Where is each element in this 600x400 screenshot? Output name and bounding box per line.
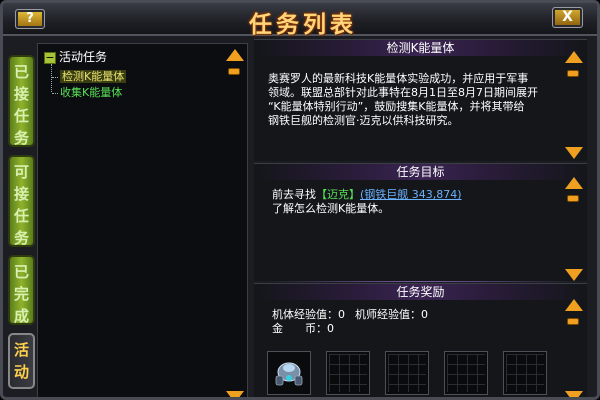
section-divider	[265, 281, 575, 282]
reward-slot-empty[interactable]	[503, 351, 547, 395]
reward-scroll-thumb[interactable]	[567, 318, 579, 325]
objective-header: 任务目标	[254, 164, 587, 180]
tab-available-quests[interactable]: 可 接 任 务	[8, 155, 35, 247]
tab-char: 接	[13, 185, 29, 203]
description-line: 领域。联盟总部针对此事特在8月1日至8月7日期间展开	[268, 86, 538, 99]
objective-scroll-up-icon[interactable]	[564, 177, 584, 191]
description-section: 检测K能量体 奥赛罗人的最新科技K能量体实验成功，并应用于军事 领域。联盟总部针…	[254, 39, 587, 161]
reward-scroll-down-icon[interactable]	[564, 391, 584, 397]
title-bar: ? 任务列表 X	[3, 3, 597, 38]
tree-root-event-quests[interactable]: − 活动任务	[44, 48, 107, 65]
tab-char: 完	[13, 285, 29, 303]
tree-scroll-thumb[interactable]	[228, 68, 240, 75]
tab-char: 已	[13, 63, 29, 81]
tree-scroll-up-icon[interactable]	[225, 49, 245, 63]
objective-line-2: 了解怎么检测K能量体。	[272, 202, 390, 215]
reward-slot-empty[interactable]	[326, 351, 370, 395]
reward-scroll-up-icon[interactable]	[564, 299, 584, 313]
tree-connector	[52, 76, 58, 78]
reward-slot-empty[interactable]	[444, 351, 488, 395]
description-scroll-down-icon[interactable]	[564, 147, 584, 161]
tab-char: 成	[13, 307, 29, 325]
tab-char: 活	[13, 341, 29, 359]
tab-char: 任	[13, 207, 29, 225]
reward-text: 机体经验值：0 机师经验值：0 金 币：0	[272, 308, 428, 336]
close-button[interactable]: X	[552, 7, 583, 28]
reward-slot[interactable]	[267, 351, 311, 395]
quest-window: ? 任务列表 X 已 接 任 务 可 接 任 务 已 完 成 活 动 − 活动任务	[0, 0, 600, 400]
description-scroll-up-icon[interactable]	[564, 51, 584, 65]
tree-item-detect-k-energy[interactable]: 检测K能量体	[52, 68, 127, 84]
tab-char: 接	[13, 85, 29, 103]
pilot-exp-label: 机师经验值：0	[355, 308, 428, 321]
tree-item-label: 收集K能量体	[60, 86, 123, 99]
description-scroll-thumb[interactable]	[567, 70, 579, 77]
tab-accepted-quests[interactable]: 已 接 任 务	[8, 55, 35, 147]
tab-char: 务	[13, 229, 29, 247]
objective-section: 任务目标 前去寻找【迈克】(钢铁巨舰 343,874) 了解怎么检测K能量体。	[254, 163, 587, 281]
npc-name-link[interactable]: 【迈克】	[316, 188, 360, 201]
gold-label: 金 币：0	[272, 322, 334, 335]
tab-event-quests[interactable]: 活 动	[8, 333, 35, 389]
description-header: 检测K能量体	[254, 40, 587, 56]
tree-scroll-down-icon[interactable]	[225, 391, 245, 397]
objective-scroll-thumb[interactable]	[567, 195, 579, 202]
objective-text: 前去寻找【迈克】(钢铁巨舰 343,874) 了解怎么检测K能量体。	[272, 188, 462, 216]
quest-tree-panel: − 活动任务 检测K能量体 收集K能量体	[37, 43, 248, 397]
side-tab-bar: 已 接 任 务 可 接 任 务 已 完 成 活 动	[5, 43, 37, 397]
tab-char: 可	[13, 163, 29, 181]
tree-item-label: 检测K能量体	[60, 70, 127, 83]
reward-header: 任务奖励	[254, 284, 587, 300]
objective-prefix: 前去寻找	[272, 188, 316, 201]
collapse-icon[interactable]: −	[44, 51, 56, 64]
description-line: 钢铁巨舰的检测官·迈克以供科技研究。	[268, 114, 459, 127]
objective-line-1: 前去寻找【迈克】(钢铁巨舰 343,874)	[272, 188, 462, 202]
mech-exp-label: 机体经验值：0	[272, 308, 345, 321]
tree-item-collect-k-energy[interactable]: 收集K能量体	[52, 84, 122, 100]
tree-root-label: 活动任务	[59, 50, 108, 64]
npc-location-link[interactable]: (钢铁巨舰 343,874)	[360, 188, 462, 201]
tab-completed-quests[interactable]: 已 完 成	[8, 255, 35, 325]
reward-slot-empty[interactable]	[385, 351, 429, 395]
window-title: 任务列表	[249, 11, 357, 38]
description-text: 奥赛罗人的最新科技K能量体实验成功，并应用于军事 领域。联盟总部针对此事特在8月…	[268, 72, 538, 128]
tab-char: 已	[13, 263, 29, 281]
description-line: 奥赛罗人的最新科技K能量体实验成功，并应用于军事	[268, 72, 529, 85]
tab-char: 任	[13, 107, 29, 125]
robot-reward-icon	[275, 362, 303, 386]
tab-char: 动	[13, 363, 29, 381]
tree-connector	[52, 92, 58, 94]
reward-exp-line: 机体经验值：0 机师经验值：0	[272, 308, 428, 322]
description-line: “K能量体特别行动”，鼓励搜集K能量体，并将其带给	[268, 100, 525, 113]
tab-char: 务	[13, 129, 29, 147]
